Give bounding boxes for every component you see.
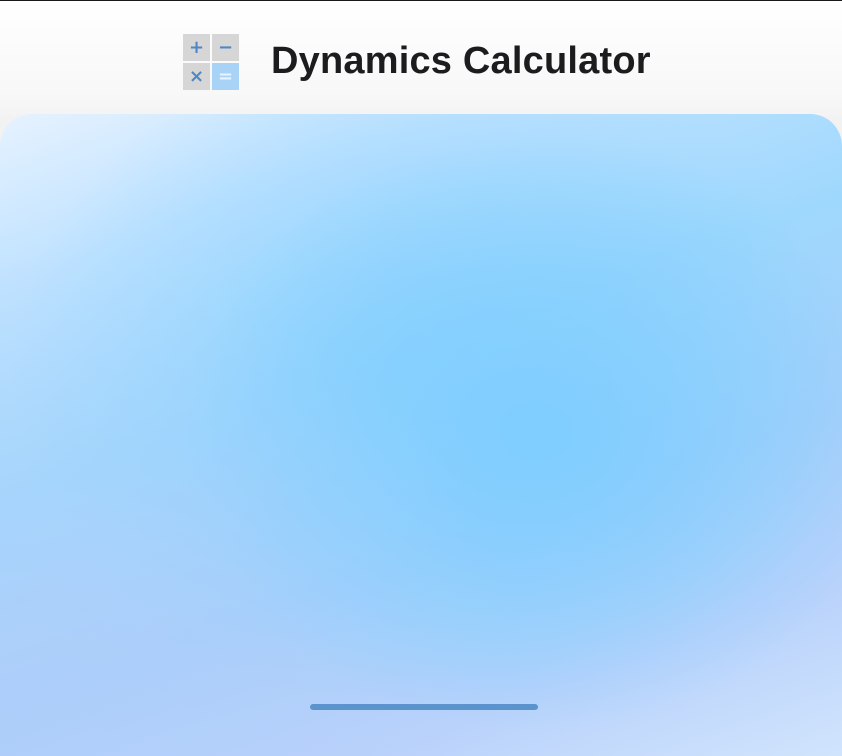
main-panel xyxy=(0,114,842,756)
calculator-icon: + − × = xyxy=(183,34,239,90)
minus-icon: − xyxy=(212,34,239,61)
app-header: + − × = Dynamics Calculator xyxy=(0,0,842,114)
home-indicator[interactable] xyxy=(310,704,538,710)
app-title: Dynamics Calculator xyxy=(271,40,651,82)
equals-icon: = xyxy=(212,63,239,90)
multiply-icon: × xyxy=(183,63,210,90)
plus-icon: + xyxy=(183,34,210,61)
app-window: + − × = Dynamics Calculator xyxy=(0,0,842,756)
